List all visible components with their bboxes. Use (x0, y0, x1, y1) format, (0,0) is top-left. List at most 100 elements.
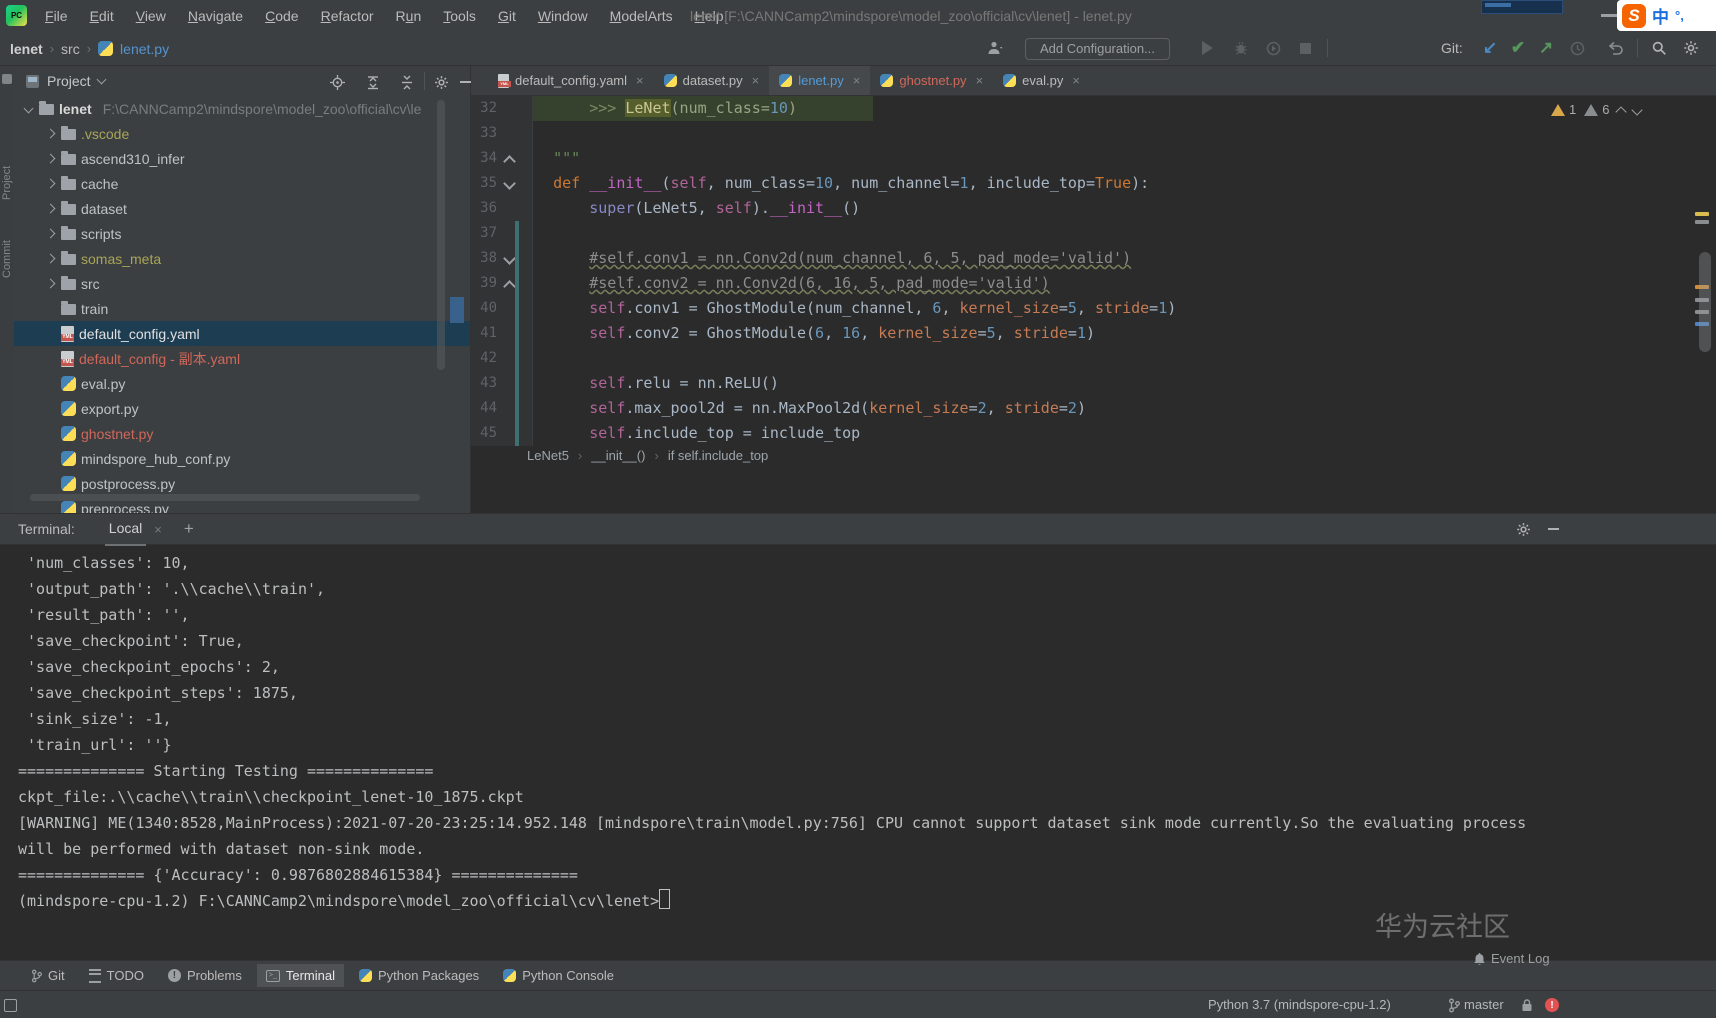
code-line[interactable]: 42 (471, 346, 1716, 371)
close-icon[interactable]: × (1072, 73, 1080, 88)
stripe-tab-commit[interactable]: Commit (1, 240, 13, 278)
line-number[interactable]: 43 (471, 371, 497, 396)
stripe-warning-mark[interactable] (1695, 212, 1709, 216)
editor-tab[interactable]: ghostnet.py× (870, 66, 993, 95)
tree-item[interactable]: lenetF:\CANNCamp2\mindspore\model_zoo\of… (14, 96, 470, 121)
run-icon[interactable] (1196, 37, 1218, 59)
code-line[interactable]: 35 def __init__(self, num_class=10, num_… (471, 171, 1716, 196)
tool-window-toggle-icon[interactable] (4, 999, 17, 1012)
next-problem-icon[interactable] (1632, 104, 1643, 115)
git-branch-status[interactable]: master (1448, 991, 1504, 1018)
fold-icon[interactable] (503, 155, 516, 168)
menu-edit[interactable]: Edit (79, 0, 125, 32)
editor-tab[interactable]: dataset.py× (654, 66, 770, 95)
debug-icon[interactable] (1230, 37, 1252, 59)
fold-icon[interactable] (503, 177, 516, 190)
line-number[interactable]: 42 (471, 346, 497, 371)
project-tool-icon[interactable] (2, 74, 12, 84)
ime-language-indicator[interactable]: 中 (1652, 3, 1669, 28)
bottom-tab-python-packages[interactable]: Python Packages (350, 964, 488, 987)
line-number[interactable]: 36 (471, 196, 497, 221)
editor-breadcrumb[interactable]: LeNet5›__init__()›if self.include_top (527, 448, 768, 463)
user-account-icon[interactable] (985, 37, 1007, 59)
tree-item[interactable]: export.py (14, 396, 470, 421)
project-panel-title[interactable]: Project (47, 73, 91, 89)
line-number[interactable]: 32 (471, 96, 497, 121)
code-line[interactable]: 34 """ (471, 146, 1716, 171)
menu-run[interactable]: Run (385, 0, 433, 32)
chevron-right-icon[interactable] (44, 205, 56, 212)
stop-icon[interactable] (1294, 37, 1316, 59)
ime-punctuation-icon[interactable]: °, (1675, 8, 1684, 23)
line-number[interactable]: 41 (471, 321, 497, 346)
locate-file-icon[interactable] (328, 73, 346, 91)
terminal-settings-gear-icon[interactable] (1514, 520, 1532, 538)
add-configuration-button[interactable]: Add Configuration... (1025, 38, 1170, 60)
line-number[interactable]: 34 (471, 146, 497, 171)
tree-item[interactable]: train (14, 296, 470, 321)
line-number[interactable]: 39 (471, 271, 497, 296)
bottom-tab-terminal[interactable]: >_Terminal (257, 964, 344, 987)
run-with-coverage-icon[interactable] (1262, 37, 1284, 59)
inspections-widget[interactable]: 1 6 (1551, 102, 1641, 117)
line-number[interactable]: 35 (471, 171, 497, 196)
tree-item[interactable]: eval.py (14, 371, 470, 396)
history-icon[interactable] (1566, 37, 1588, 59)
menu-file[interactable]: File (34, 0, 79, 32)
code-line[interactable]: 32 >>> LeNet(num_class=10) (471, 96, 1716, 121)
close-icon[interactable]: × (976, 73, 984, 88)
tree-item[interactable]: default_config - 副本.yaml (14, 346, 470, 371)
search-everywhere-icon[interactable] (1648, 37, 1670, 59)
code-line[interactable]: 40 self.conv1 = GhostModule(num_channel,… (471, 296, 1716, 321)
hide-terminal-icon[interactable] (1544, 520, 1562, 538)
ime-toolbar[interactable]: S 中 °, (1617, 0, 1716, 31)
menu-modelarts[interactable]: ModelArts (599, 0, 684, 32)
menu-window[interactable]: Window (527, 0, 599, 32)
bottom-tab-git[interactable]: Git (22, 964, 74, 987)
fatal-error-icon[interactable]: ! (1545, 998, 1559, 1012)
tree-item[interactable]: scripts (14, 221, 470, 246)
code-line[interactable]: 39 #self.conv2 = nn.Conv2d(6, 16, 5, pad… (471, 271, 1716, 296)
settings-gear-icon[interactable] (1680, 37, 1702, 59)
breadcrumb-item[interactable]: lenet.py (120, 41, 169, 57)
tree-item[interactable]: .vscode (14, 121, 470, 146)
tree-item[interactable]: ghostnet.py (14, 421, 470, 446)
chevron-down-icon[interactable] (22, 105, 34, 112)
tree-vertical-scrollbar[interactable] (437, 100, 445, 370)
code-line[interactable]: 38 #self.conv1 = nn.Conv2d(num_channel, … (471, 246, 1716, 271)
panel-settings-gear-icon[interactable] (432, 73, 450, 91)
tree-horizontal-scrollbar[interactable] (30, 494, 420, 501)
panel-splitter-mark[interactable] (450, 297, 464, 323)
editor-breadcrumb-item[interactable]: __init__() (591, 448, 645, 463)
line-number[interactable]: 37 (471, 221, 497, 246)
editor-tab[interactable]: default_config.yaml× (488, 66, 654, 95)
menu-navigate[interactable]: Navigate (177, 0, 254, 32)
editor-breadcrumb-item[interactable]: LeNet5 (527, 448, 569, 463)
python-interpreter-status[interactable]: Python 3.7 (mindspore-cpu-1.2) (1208, 991, 1391, 1018)
new-terminal-icon[interactable]: + (184, 519, 194, 539)
chevron-right-icon[interactable] (44, 180, 56, 187)
tree-item[interactable]: cache (14, 171, 470, 196)
line-number[interactable]: 45 (471, 421, 497, 446)
tree-item[interactable]: src (14, 271, 470, 296)
fold-icon[interactable] (503, 252, 516, 265)
code-line[interactable]: 41 self.conv2 = GhostModule(6, 16, kerne… (471, 321, 1716, 346)
close-icon[interactable]: × (853, 73, 861, 88)
line-number[interactable]: 38 (471, 246, 497, 271)
code-line[interactable]: 33 (471, 121, 1716, 146)
bottom-tab-problems[interactable]: !Problems (159, 964, 251, 987)
fold-icon[interactable] (503, 280, 516, 293)
code-line[interactable]: 44 self.max_pool2d = nn.MaxPool2d(kernel… (471, 396, 1716, 421)
menu-refactor[interactable]: Refactor (310, 0, 385, 32)
code-line[interactable]: 45 self.include_top = include_top (471, 421, 1716, 446)
stripe-weak-mark[interactable] (1695, 220, 1709, 224)
code-line[interactable]: 36 super(LeNet5, self).__init__() (471, 196, 1716, 221)
chevron-right-icon[interactable] (44, 280, 56, 287)
tree-item[interactable]: dataset (14, 196, 470, 221)
rollback-icon[interactable] (1604, 37, 1626, 59)
terminal-panel[interactable]: Terminal: Local × + 'num_classes': 10, '… (0, 513, 1716, 961)
chevron-right-icon[interactable] (44, 230, 56, 237)
git-update-icon[interactable]: ↙ (1479, 37, 1501, 59)
stripe-tab-project[interactable]: Project (1, 166, 13, 200)
close-icon[interactable]: × (752, 73, 760, 88)
